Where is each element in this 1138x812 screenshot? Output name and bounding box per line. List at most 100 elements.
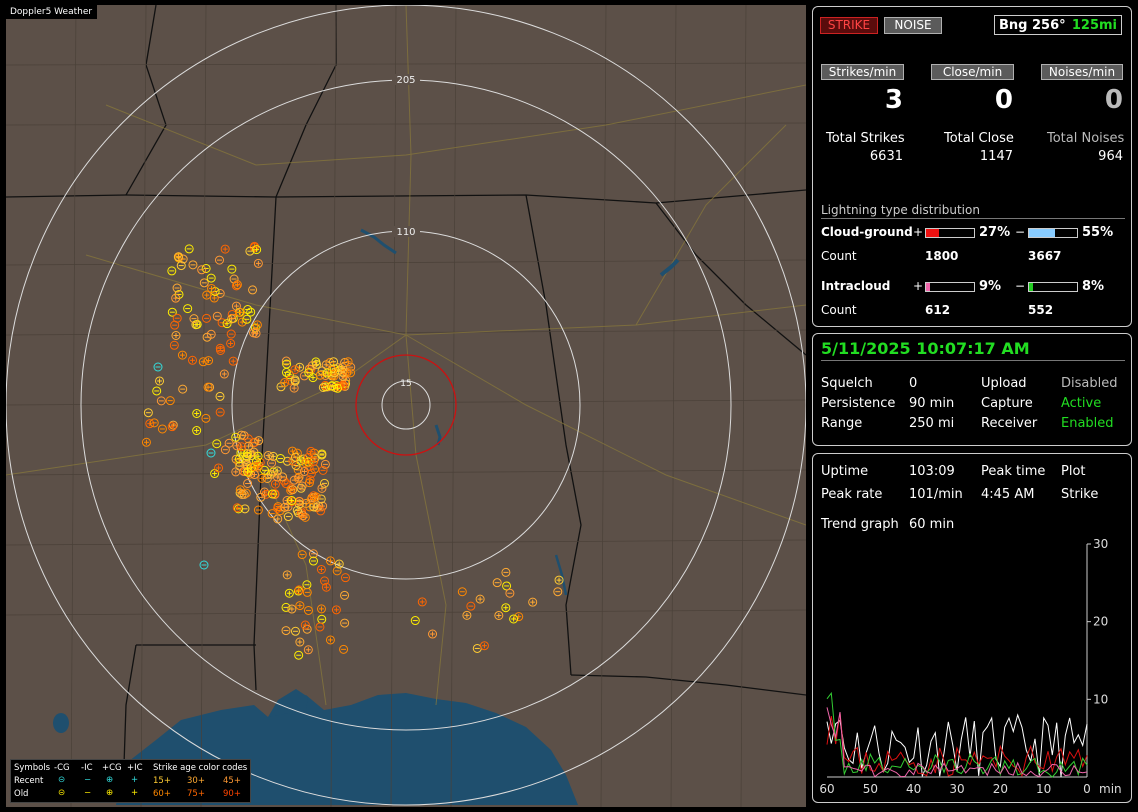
trend-graph-value: 60 min — [909, 517, 955, 532]
strike-marker — [172, 313, 182, 323]
strike-marker — [340, 590, 350, 600]
ic-pos-pct: 9% — [979, 279, 1002, 294]
cg-plus-sign: + — [913, 225, 924, 239]
age-60: 60+ — [153, 789, 171, 799]
legend-col-neg-ic: -IC — [81, 763, 93, 773]
strike-marker — [287, 604, 297, 614]
cg-pos-bar-fill — [926, 229, 939, 237]
strike-marker — [302, 580, 312, 590]
range-value: 250 mi — [909, 416, 955, 431]
strike-indicator[interactable]: STRIKE — [820, 17, 878, 34]
strike-marker — [156, 396, 166, 406]
symbol-legend: Symbols -CG -IC +CG +IC Strike age color… — [10, 759, 251, 803]
strike-marker — [184, 244, 194, 254]
upload-value: Disabled — [1061, 376, 1118, 391]
total-strikes-label: Total Strikes — [826, 131, 905, 146]
noises-per-min-label: Noises/min — [1041, 64, 1123, 80]
strike-marker — [169, 340, 179, 350]
ic-neg-count: 552 — [1028, 303, 1054, 317]
x-tick-label: 60 — [819, 782, 834, 796]
strike-marker — [227, 264, 237, 274]
strikes-per-min-label: Strikes/min — [821, 64, 904, 80]
bearing-value: Bng 256° — [999, 18, 1066, 33]
strike-marker — [215, 391, 225, 401]
uptime-value: 103:09 — [909, 464, 955, 479]
strike-marker — [243, 305, 253, 315]
strike-marker — [192, 426, 202, 436]
strike-marker — [317, 483, 327, 493]
upload-label: Upload — [981, 376, 1027, 391]
strike-marker — [226, 338, 236, 348]
receiver-value: Enabled — [1061, 416, 1114, 431]
old-neg-cg-icon: ⊝ — [58, 788, 66, 798]
strike-marker — [188, 260, 198, 270]
strike-marker — [204, 356, 214, 366]
strike-marker — [290, 626, 300, 636]
map-canvas: 205 110 15 — [6, 5, 806, 807]
strike-marker — [295, 637, 305, 647]
total-close-value: 1147 — [979, 149, 1013, 164]
strike-marker — [316, 564, 326, 574]
strike-marker — [152, 386, 162, 396]
strike-marker — [325, 635, 335, 645]
cg-neg-bar — [1028, 228, 1078, 238]
ic-neg-bar — [1028, 282, 1078, 292]
strike-marker — [428, 629, 438, 639]
lake — [659, 258, 680, 277]
range-ring — [80, 79, 732, 731]
strike-marker — [466, 601, 476, 611]
strike-marker — [284, 588, 294, 598]
legend-col-pos-cg: +CG — [102, 763, 122, 773]
trend-graph-label: Trend graph — [821, 517, 899, 532]
receiver-label: Receiver — [981, 416, 1038, 431]
ic-pos-count: 612 — [925, 303, 951, 317]
distribution-title: Lightning type distribution — [821, 203, 980, 217]
county-lines — [6, 5, 806, 807]
strike-marker — [183, 304, 193, 314]
recent-pos-cg-icon: ⊕ — [106, 775, 114, 785]
squelch-value: 0 — [909, 376, 918, 391]
close-alert-ring — [355, 354, 457, 456]
strike-marker — [177, 350, 187, 360]
y-tick-label: 30 — [1093, 537, 1108, 551]
strike-marker — [281, 626, 291, 636]
strike-marker — [157, 424, 167, 434]
strike-marker — [220, 244, 230, 254]
peak-rate-value: 101/min — [909, 487, 963, 502]
strike-marker — [340, 618, 350, 628]
ring-label-110: 110 — [396, 227, 415, 238]
age-15: 15+ — [153, 776, 171, 786]
noise-indicator[interactable]: NOISE — [884, 17, 942, 34]
strike-marker — [457, 587, 467, 597]
capture-label: Capture — [981, 396, 1033, 411]
strike-marker — [206, 273, 216, 283]
legend-col-pos-ic: +IC — [127, 763, 143, 773]
datetime: 5/11/2025 10:07:17 AM — [821, 339, 1030, 358]
x-tick-label: 10 — [1036, 782, 1051, 796]
strike-marker — [509, 614, 519, 624]
legend-age-title: Strike age color codes — [153, 763, 248, 773]
strike-marker — [295, 601, 305, 611]
peak-time-label: Peak time — [981, 464, 1046, 479]
strike-marker — [214, 463, 224, 473]
y-tick-label: 10 — [1093, 692, 1108, 706]
legend-old-label: Old — [14, 789, 29, 799]
cg-count-label: Count — [821, 249, 857, 263]
ic-pos-bar-fill — [926, 283, 931, 291]
legend-symbols-label: Symbols — [14, 763, 51, 773]
capture-value: Active — [1061, 396, 1102, 411]
close-per-min-value: 0 — [994, 85, 1013, 115]
lightning-map[interactable]: 205 110 15 Doppler5 Weather Symbols -CG … — [6, 5, 806, 807]
recent-pos-ic-icon: + — [131, 775, 139, 785]
strike-marker — [178, 384, 188, 394]
strike-marker — [198, 357, 208, 367]
cg-pos-pct: 27% — [979, 225, 1011, 240]
strike-marker — [242, 314, 252, 324]
ring-label-205: 205 — [396, 75, 415, 86]
trend-series — [826, 691, 1088, 778]
strike-marker — [308, 373, 318, 383]
trend-panel: Uptime 103:09 Peak time Plot Peak rate 1… — [812, 453, 1132, 803]
app-title: Doppler5 Weather — [6, 5, 98, 19]
datetime-divider — [821, 360, 1125, 361]
x-tick-label: 50 — [863, 782, 878, 796]
